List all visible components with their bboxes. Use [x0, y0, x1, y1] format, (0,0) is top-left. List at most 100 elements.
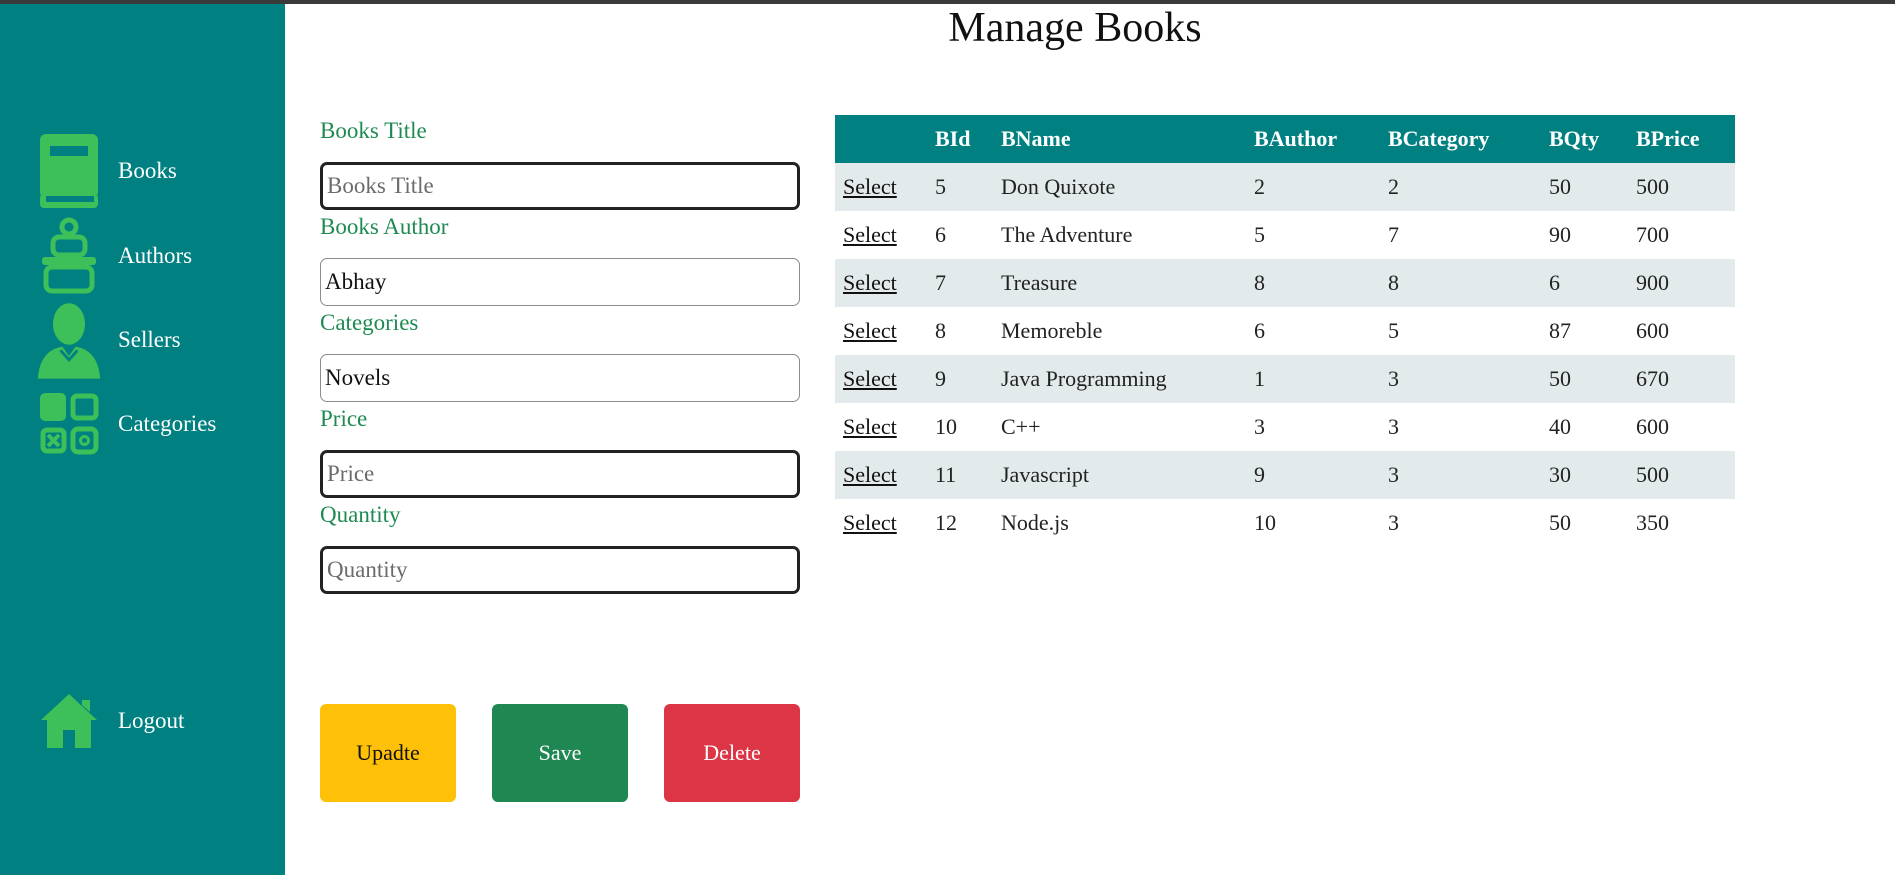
cell-bname: Don Quixote — [993, 163, 1246, 211]
cell-bprice: 700 — [1636, 222, 1669, 247]
cell-bauthor: 5 — [1254, 222, 1265, 247]
header-bid: BId — [927, 115, 993, 163]
cell-bauthor: 1 — [1246, 355, 1380, 403]
cell-bqty: 50 — [1549, 510, 1571, 535]
sidebar-item-books[interactable]: Books — [36, 131, 177, 211]
sidebar-item-categories[interactable]: Categories — [36, 384, 216, 464]
books-title-label: Books Title — [320, 118, 427, 143]
save-button[interactable]: Save — [492, 704, 628, 802]
table-row: Select 11 Javascript 9 3 30 500 — [835, 451, 1735, 499]
cell-bname: Node.js — [1001, 510, 1069, 535]
sidebar-item-authors[interactable]: Authors — [36, 216, 192, 296]
select-link[interactable]: Select — [843, 318, 897, 343]
logout-label: Logout — [118, 708, 185, 733]
cell-bprice: 670 — [1628, 355, 1735, 403]
sidebar-item-sellers[interactable]: Sellers — [36, 300, 181, 380]
cell-bcategory: 3 — [1380, 355, 1541, 403]
cell-bname: Javascript — [993, 451, 1246, 499]
page-title: Manage Books — [948, 5, 1202, 51]
cell-bcategory: 2 — [1380, 163, 1541, 211]
book-icon — [36, 131, 102, 211]
cell-bid: 5 — [927, 163, 993, 211]
header-select — [835, 115, 927, 163]
cell-bprice: 350 — [1636, 510, 1669, 535]
cell-bauthor: 10 — [1254, 510, 1276, 535]
select-link[interactable]: Select — [843, 270, 897, 295]
cell-bcategory: 3 — [1388, 510, 1399, 535]
header-bcategory: BCategory — [1380, 115, 1541, 163]
cell-bauthor: 9 — [1246, 451, 1380, 499]
header-bqty: BQty — [1541, 115, 1628, 163]
logout-button[interactable]: Logout — [36, 681, 184, 761]
seller-icon — [36, 300, 102, 380]
cell-bcategory: 8 — [1380, 259, 1541, 307]
header-bauthor: BAuthor — [1246, 115, 1380, 163]
cell-bqty: 90 — [1549, 222, 1571, 247]
cell-bauthor: 3 — [1254, 414, 1265, 439]
quantity-label: Quantity — [320, 502, 401, 527]
books-title-input[interactable] — [320, 162, 800, 210]
price-label: Price — [320, 406, 368, 431]
cell-bname: Java Programming — [993, 355, 1246, 403]
table-row: Select 12 Node.js 10 3 50 350 — [835, 499, 1735, 547]
cell-bcategory: 3 — [1380, 451, 1541, 499]
table-row: Select 5 Don Quixote 2 2 50 500 — [835, 163, 1735, 211]
price-input[interactable] — [320, 450, 800, 498]
cell-bprice: 900 — [1628, 259, 1735, 307]
cell-bid: 10 — [935, 414, 957, 439]
cell-bprice: 500 — [1628, 163, 1735, 211]
cell-bname: The Adventure — [1001, 222, 1133, 247]
home-icon — [36, 681, 102, 761]
select-link[interactable]: Select — [843, 366, 897, 391]
cell-bprice: 500 — [1628, 451, 1735, 499]
cell-bcategory: 7 — [1388, 222, 1399, 247]
table-header-row: BId BName BAuthor BCategory BQty BPrice — [835, 115, 1735, 163]
quantity-input[interactable] — [320, 546, 800, 594]
delete-button[interactable]: Delete — [664, 704, 800, 802]
cell-bqty: 50 — [1541, 355, 1628, 403]
cell-bqty: 50 — [1541, 163, 1628, 211]
cell-bid: 8 — [935, 318, 946, 343]
cell-bid: 12 — [935, 510, 957, 535]
select-link[interactable]: Select — [843, 414, 897, 439]
cell-bid: 9 — [927, 355, 993, 403]
cell-bname: C++ — [1001, 414, 1041, 439]
cell-bcategory: 3 — [1388, 414, 1399, 439]
sidebar-item-label: Books — [118, 158, 177, 183]
table-row: Select 10 C++ 3 3 40 600 — [835, 403, 1735, 451]
header-bprice: BPrice — [1628, 115, 1735, 163]
categories-input[interactable] — [320, 354, 800, 402]
cell-bauthor: 2 — [1246, 163, 1380, 211]
cell-bprice: 600 — [1636, 414, 1669, 439]
select-link[interactable]: Select — [843, 222, 897, 247]
header-bname: BName — [993, 115, 1246, 163]
select-link[interactable]: Select — [843, 174, 897, 199]
cell-bprice: 600 — [1636, 318, 1669, 343]
cell-bqty: 6 — [1541, 259, 1628, 307]
sidebar-item-label: Sellers — [118, 327, 181, 352]
categories-icon — [36, 384, 102, 464]
cell-bid: 6 — [935, 222, 946, 247]
sidebar-item-label: Authors — [118, 243, 193, 268]
cell-bcategory: 5 — [1388, 318, 1399, 343]
cell-bauthor: 6 — [1254, 318, 1265, 343]
categories-label: Categories — [320, 310, 419, 335]
cell-bname: Treasure — [993, 259, 1246, 307]
cell-bqty: 87 — [1549, 318, 1571, 343]
cell-bqty: 40 — [1549, 414, 1571, 439]
books-author-label: Books Author — [320, 214, 449, 239]
author-icon — [36, 216, 102, 296]
table-row: Select 9 Java Programming 1 3 50 670 — [835, 355, 1735, 403]
cell-bqty: 30 — [1541, 451, 1628, 499]
select-link[interactable]: Select — [843, 510, 897, 535]
books-author-input[interactable] — [320, 258, 800, 306]
update-button[interactable]: Upadte — [320, 704, 456, 802]
sidebar: Books Authors Sellers Categories Logout — [0, 4, 285, 875]
table-row: Select 7 Treasure 8 8 6 900 — [835, 259, 1735, 307]
cell-bid: 7 — [927, 259, 993, 307]
table-row: Select 6 The Adventure 5 7 90 700 — [835, 211, 1735, 259]
cell-bid: 11 — [927, 451, 993, 499]
books-table: BId BName BAuthor BCategory BQty BPrice … — [835, 115, 1735, 547]
select-link[interactable]: Select — [843, 462, 897, 487]
sidebar-item-label: Categories — [118, 411, 217, 436]
